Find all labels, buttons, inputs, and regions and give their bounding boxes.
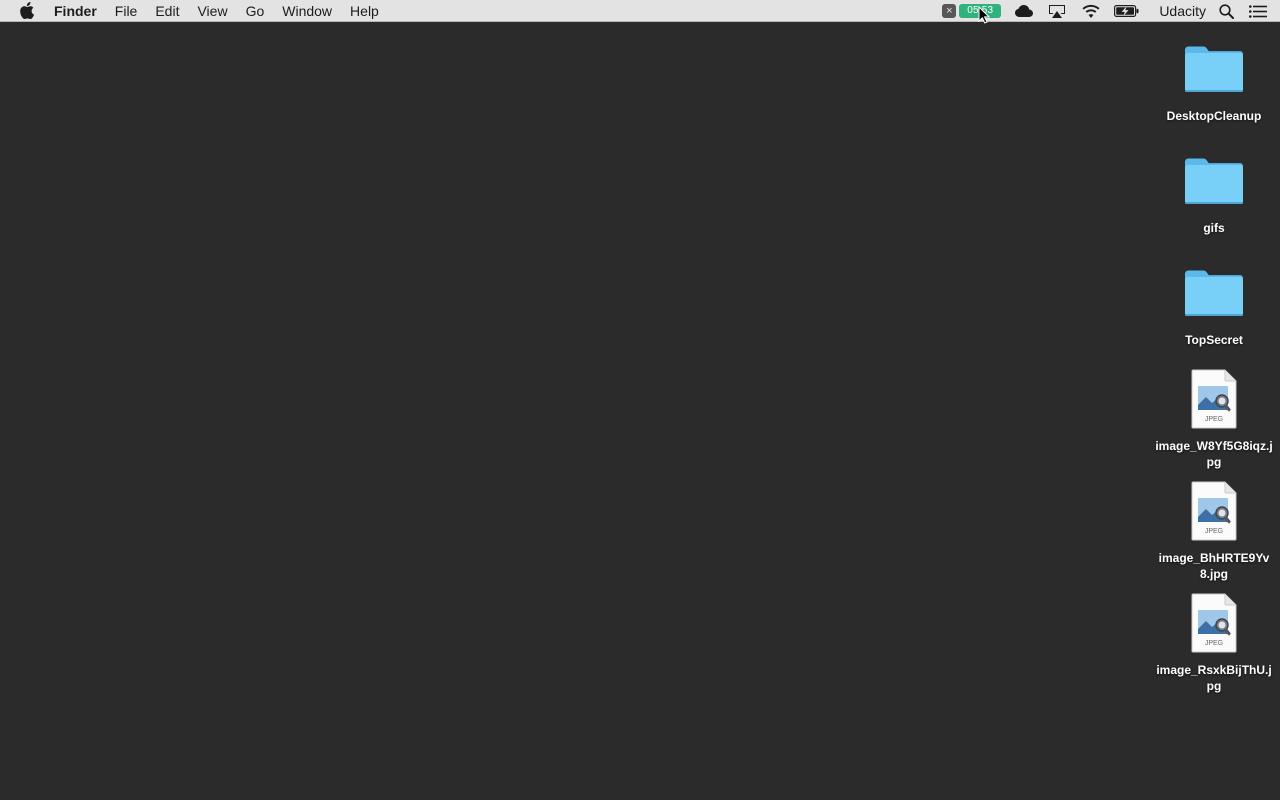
- desktop-item-label: TopSecret: [1185, 333, 1243, 347]
- menu-bar-right: × 05:53 Udacity: [937, 0, 1280, 22]
- timer-close-button[interactable]: ×: [942, 4, 957, 18]
- desktop-item-label: gifs: [1203, 221, 1225, 235]
- apple-menu-icon[interactable]: [19, 2, 35, 20]
- timer-display[interactable]: 05:53: [959, 4, 1002, 18]
- wifi-icon[interactable]: [1081, 0, 1101, 22]
- notification-center-icon[interactable]: [1249, 0, 1267, 22]
- search-icon[interactable]: [1219, 0, 1234, 22]
- desktop-item-image-bhhrte9yv8[interactable]: image_BhHRTE9Yv8.jpg JPEG: [1154, 480, 1274, 582]
- jpeg-badge: JPEG: [1204, 416, 1224, 423]
- menu-view[interactable]: View: [188, 0, 236, 22]
- cloud-icon[interactable]: [1015, 0, 1034, 22]
- jpeg-badge: JPEG: [1204, 640, 1224, 647]
- airplay-icon[interactable]: [1048, 0, 1066, 22]
- menu-bar: Finder File Edit View Go Window Help × 0…: [0, 0, 1280, 22]
- menu-bar-left: Finder File Edit View Go Window Help: [0, 0, 388, 22]
- desktop-item-gifs[interactable]: gifs: [1154, 150, 1274, 236]
- menu-go[interactable]: Go: [237, 0, 274, 22]
- desktop-item-label: DesktopCleanup: [1166, 109, 1262, 123]
- folder-icon: [1182, 150, 1246, 212]
- battery-charging-icon[interactable]: [1114, 0, 1139, 22]
- timer-status-item[interactable]: × 05:53: [942, 0, 1002, 22]
- desktop-item-desktopcleanup[interactable]: DesktopCleanup: [1154, 38, 1274, 124]
- desktop-item-topsecret[interactable]: TopSecret: [1154, 262, 1274, 348]
- desktop-item-label: image_W8Yf5G8iqz.jpg: [1155, 439, 1273, 469]
- menu-edit[interactable]: Edit: [146, 0, 188, 22]
- desktop-item-label: image_RsxkBijThU.jpg: [1156, 663, 1272, 693]
- user-menu[interactable]: Udacity: [1150, 0, 1215, 22]
- desktop-item-image-w8yf5g8iqz[interactable]: image_W8Yf5G8iqz.jpg JPEG: [1154, 368, 1274, 470]
- folder-icon: [1182, 262, 1246, 324]
- menu-file[interactable]: File: [106, 0, 147, 22]
- desktop-item-label: image_BhHRTE9Yv8.jpg: [1158, 551, 1270, 581]
- menu-help[interactable]: Help: [341, 0, 388, 22]
- menu-finder[interactable]: Finder: [54, 0, 106, 22]
- desktop[interactable]: DesktopCleanup gifs TopSecret image_W8Yf…: [0, 22, 1280, 800]
- jpeg-badge: JPEG: [1204, 528, 1224, 535]
- folder-icon: [1182, 38, 1246, 100]
- menu-window[interactable]: Window: [273, 0, 341, 22]
- desktop-item-image-rsxkbijthu[interactable]: image_RsxkBijThU.jpg JPEG: [1154, 592, 1274, 694]
